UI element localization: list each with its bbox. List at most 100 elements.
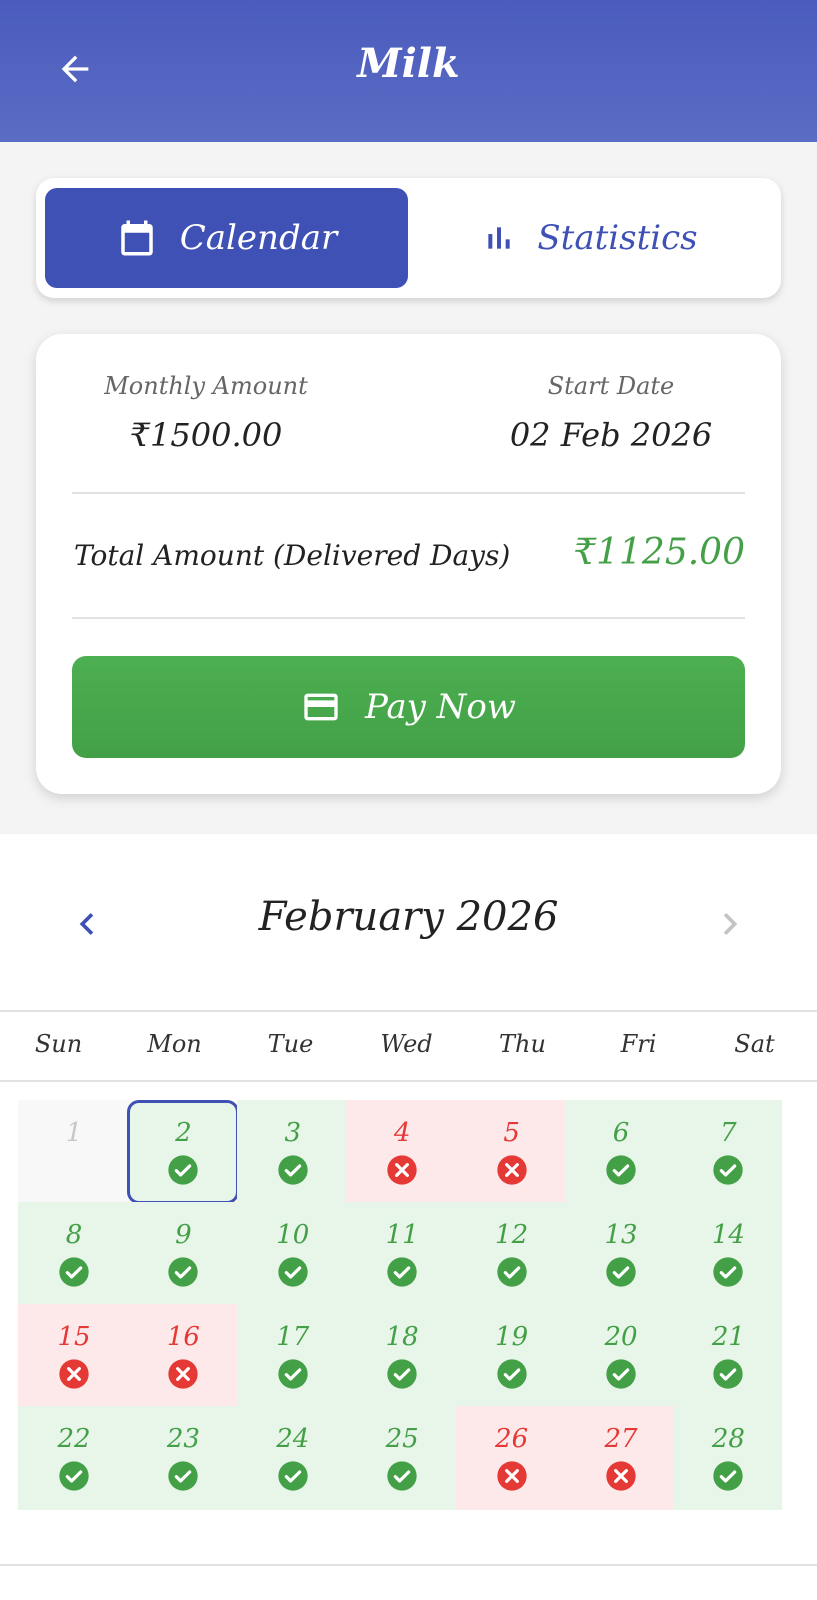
calendar-day[interactable]: 10 bbox=[236, 1202, 349, 1306]
next-month-button[interactable] bbox=[705, 894, 755, 954]
tab-calendar[interactable]: Calendar bbox=[45, 188, 408, 288]
tab-statistics-label: Statistics bbox=[537, 218, 698, 258]
day-number: 1 bbox=[65, 1118, 83, 1148]
day-number: 9 bbox=[175, 1220, 192, 1250]
calendar-day: 1 bbox=[18, 1100, 130, 1204]
check-circle-icon bbox=[168, 1461, 199, 1491]
cancel-circle-icon bbox=[387, 1155, 417, 1185]
calendar-day[interactable]: 18 bbox=[346, 1304, 459, 1408]
check-circle-icon bbox=[168, 1155, 199, 1185]
day-number: 26 bbox=[495, 1424, 529, 1454]
cancel-circle-icon bbox=[606, 1461, 636, 1491]
day-number: 24 bbox=[276, 1424, 310, 1454]
day-number: 23 bbox=[166, 1424, 200, 1454]
calendar-day[interactable]: 5 bbox=[455, 1100, 568, 1204]
cancel-circle-icon bbox=[496, 1155, 527, 1185]
calendar-day[interactable]: 13 bbox=[565, 1202, 677, 1306]
weekday-label: Sun bbox=[34, 1030, 83, 1058]
calendar-day[interactable]: 20 bbox=[565, 1304, 677, 1408]
day-number: 13 bbox=[604, 1220, 638, 1250]
start-date-value: 02 Feb 2026 bbox=[509, 416, 713, 454]
calendar-day[interactable]: 26 bbox=[455, 1406, 568, 1510]
day-number: 11 bbox=[385, 1220, 419, 1250]
calendar-day[interactable]: 8 bbox=[18, 1202, 130, 1306]
calendar-day[interactable]: 11 bbox=[346, 1202, 459, 1306]
check-circle-icon bbox=[387, 1257, 417, 1287]
check-circle-icon bbox=[713, 1257, 744, 1287]
day-number: 17 bbox=[276, 1322, 310, 1352]
app-bar: Milk bbox=[0, 0, 817, 142]
total-amount-value: ₹1125.00 bbox=[573, 532, 745, 573]
pay-now-label: Pay Now bbox=[365, 687, 516, 727]
day-number: 2 bbox=[175, 1118, 192, 1148]
day-number: 4 bbox=[393, 1118, 411, 1148]
calendar-day[interactable]: 24 bbox=[236, 1406, 349, 1510]
view-tabs: Calendar Statistics bbox=[36, 178, 781, 298]
calendar-section: February 2026 Sun Mon Tue Wed Thu Fri Sa… bbox=[0, 834, 817, 1600]
day-number: 27 bbox=[604, 1424, 638, 1454]
calendar-day[interactable]: 12 bbox=[455, 1202, 568, 1306]
day-number: 22 bbox=[57, 1424, 91, 1454]
day-number: 8 bbox=[65, 1220, 83, 1250]
calendar-day[interactable]: 15 bbox=[18, 1304, 130, 1408]
calendar-day[interactable]: 21 bbox=[674, 1304, 783, 1408]
check-circle-icon bbox=[606, 1155, 636, 1185]
cancel-circle-icon bbox=[168, 1359, 199, 1389]
calendar-day[interactable]: 22 bbox=[18, 1406, 130, 1510]
check-circle-icon bbox=[606, 1359, 636, 1389]
day-number: 3 bbox=[284, 1118, 302, 1148]
calendar-day[interactable]: 2 bbox=[127, 1100, 240, 1204]
calendar-icon bbox=[121, 220, 153, 256]
day-number: 21 bbox=[711, 1322, 745, 1352]
month-title: February 2026 bbox=[258, 894, 559, 940]
check-circle-icon bbox=[713, 1359, 744, 1389]
calendar-day[interactable]: 25 bbox=[346, 1406, 459, 1510]
calendar-day[interactable]: 4 bbox=[346, 1100, 459, 1204]
check-circle-icon bbox=[713, 1155, 744, 1185]
day-number: 14 bbox=[711, 1220, 745, 1250]
page-title: Milk bbox=[357, 40, 460, 87]
calendar-day[interactable]: 6 bbox=[565, 1100, 677, 1204]
start-date-block: Start Date 02 Feb 2026 bbox=[441, 372, 781, 454]
calendar-day[interactable]: 14 bbox=[674, 1202, 783, 1306]
divider bbox=[72, 617, 745, 619]
calendar-day[interactable]: 28 bbox=[674, 1406, 783, 1510]
day-number: 16 bbox=[166, 1322, 200, 1352]
check-circle-icon bbox=[59, 1461, 89, 1491]
check-circle-icon bbox=[278, 1257, 308, 1287]
pay-now-button[interactable]: Pay Now bbox=[72, 656, 745, 758]
day-number: 25 bbox=[385, 1424, 419, 1454]
weekday-label: Fri bbox=[620, 1030, 657, 1058]
check-circle-icon bbox=[387, 1359, 417, 1389]
divider bbox=[72, 492, 745, 494]
check-circle-icon bbox=[496, 1257, 527, 1287]
calendar-day[interactable]: 23 bbox=[127, 1406, 240, 1510]
day-number: 18 bbox=[385, 1322, 419, 1352]
calendar-day[interactable]: 27 bbox=[565, 1406, 677, 1510]
check-circle-icon bbox=[496, 1359, 527, 1389]
calendar-day[interactable]: 16 bbox=[127, 1304, 240, 1408]
day-number: 15 bbox=[57, 1322, 91, 1352]
monthly-amount-block: Monthly Amount ₹1500.00 bbox=[36, 372, 376, 454]
calendar-day[interactable]: 9 bbox=[127, 1202, 240, 1306]
tab-statistics[interactable]: Statistics bbox=[409, 188, 772, 288]
calendar-day[interactable]: 3 bbox=[236, 1100, 349, 1204]
calendar-day[interactable]: 17 bbox=[236, 1304, 349, 1408]
calendar-day[interactable]: 19 bbox=[455, 1304, 568, 1408]
day-number: 28 bbox=[711, 1424, 745, 1454]
check-circle-icon bbox=[278, 1461, 308, 1491]
weekday-label: Sat bbox=[734, 1030, 775, 1058]
check-circle-icon bbox=[168, 1257, 199, 1287]
weekday-label: Thu bbox=[499, 1030, 546, 1058]
check-circle-icon bbox=[278, 1155, 308, 1185]
cancel-circle-icon bbox=[496, 1461, 527, 1491]
summary-card: Monthly Amount ₹1500.00 Start Date 02 Fe… bbox=[36, 334, 781, 794]
day-number: 6 bbox=[612, 1118, 630, 1148]
day-number: 20 bbox=[604, 1322, 638, 1352]
tab-calendar-label: Calendar bbox=[179, 218, 338, 258]
weekday-label: Tue bbox=[267, 1030, 314, 1058]
day-number: 7 bbox=[720, 1118, 737, 1148]
day-number: 5 bbox=[503, 1118, 520, 1148]
calendar-day[interactable]: 7 bbox=[674, 1100, 783, 1204]
check-circle-icon bbox=[606, 1257, 636, 1287]
